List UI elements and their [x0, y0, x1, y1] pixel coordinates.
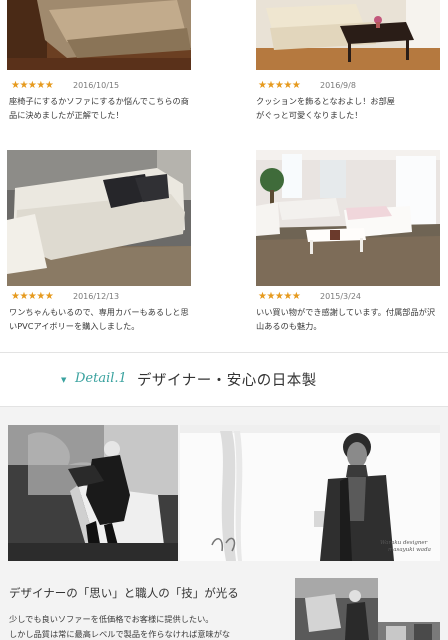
craft-title: デザイナーの「思い」と職人の「技」が光る [9, 586, 239, 600]
craft-text-line-2: しかし品質は常に最高レベルで製品を作らなければ意味がな [9, 629, 231, 639]
review-photo-1 [7, 0, 191, 70]
signature-line-1: Waraku designer [380, 540, 428, 546]
review-2-text: クッションを飾るとなおよし！お部屋がぐっと可愛くなりました！ [256, 96, 395, 120]
review-1-date: 2016/10/15 [73, 81, 120, 90]
craftsman-photo [8, 425, 178, 561]
workshop-thumbnail-small [378, 622, 440, 640]
review-photo-3 [7, 150, 191, 286]
review-4-date: 2015/3/24 [320, 292, 362, 301]
review-photo-2 [256, 0, 440, 70]
detail-label: Detail.1 [75, 371, 127, 386]
review-2-stars: ★★★★★ [258, 80, 301, 91]
review-photo-4 [256, 150, 440, 286]
triangle-marker-icon: ▼ [61, 376, 67, 384]
review-3-stars: ★★★★★ [11, 291, 54, 302]
designer-signature: Waraku designer masayuki wada [380, 540, 431, 554]
review-4-stars: ★★★★★ [258, 291, 301, 302]
review-2-date: 2016/9/8 [320, 81, 356, 90]
review-3-date: 2016/12/13 [73, 292, 120, 301]
review-1-text: 座椅子にするかソファにするか悩んでこちらの商品に決めましたが正解でした！ [9, 96, 189, 120]
signature-line-2: masayuki wada [388, 547, 431, 553]
review-1-stars: ★★★★★ [11, 80, 54, 91]
review-3-text: ワンちゃんもいるので、専用カバーもあるしと思いPVCアイボリーを購入しました。 [9, 307, 189, 331]
review-4-text: いい買い物ができ感謝しています。付属部品が沢山あるのも魅力。 [256, 307, 436, 331]
detail-title: デザイナー・安心の日本製 [137, 373, 317, 389]
workshop-thumbnail [295, 578, 378, 640]
craft-text: 少しでも良いソファーを低価格でお客様に提供したい。 しかし品質は常に最高レベルで… [9, 612, 279, 640]
craft-text-line-1: 少しでも良いソファーを低価格でお客様に提供したい。 [9, 614, 214, 624]
